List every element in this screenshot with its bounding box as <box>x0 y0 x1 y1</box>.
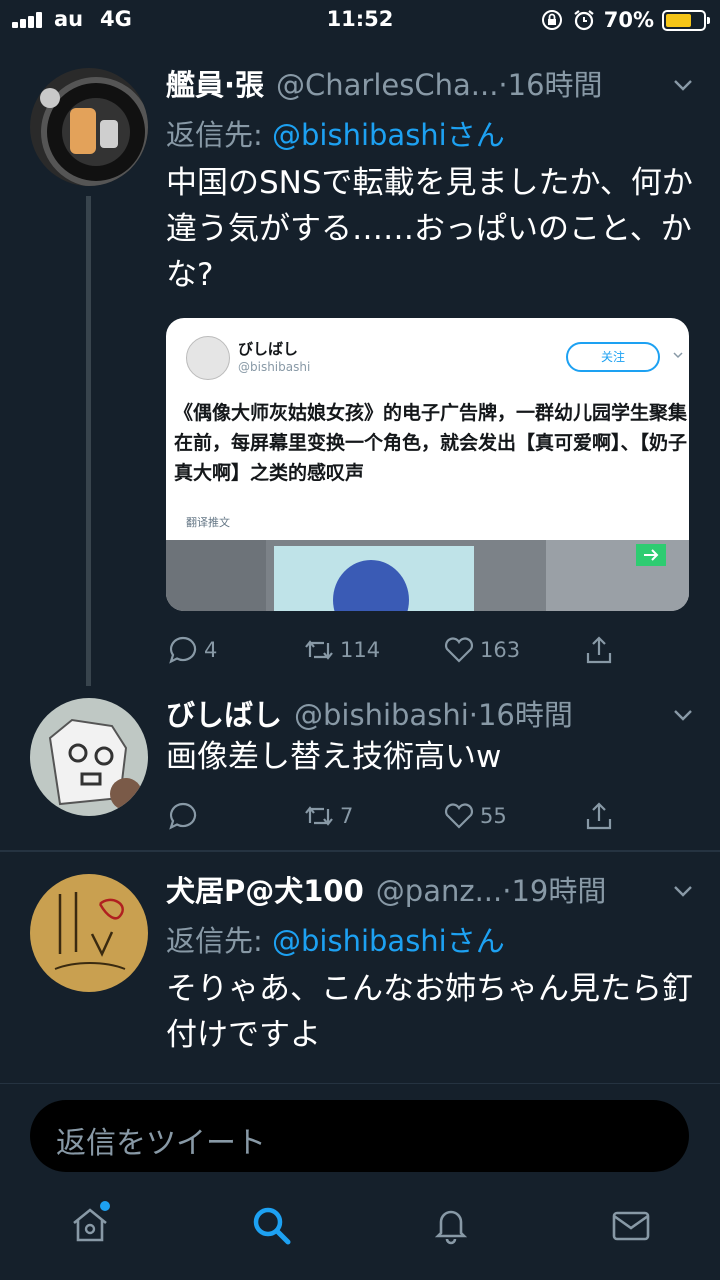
quoted-name: びしばし <box>238 340 299 358</box>
avatar-image <box>30 68 148 186</box>
bottom-bar: 返信をツイート <box>0 1083 720 1280</box>
chevron-down-icon[interactable] <box>672 880 694 902</box>
tweet-text: 画像差し替え技術高いw <box>166 739 502 775</box>
reply-icon <box>169 802 197 830</box>
thread-line <box>86 196 91 686</box>
reply-to: 返信先: @bishibashiさん <box>166 112 505 154</box>
mention-link[interactable]: @bishibashiさん <box>272 924 505 958</box>
handle[interactable]: @CharlesCha... <box>276 68 498 102</box>
tab-messages[interactable] <box>609 1203 653 1247</box>
timestamp: ·16時間 <box>468 698 573 732</box>
messages-icon <box>612 1211 650 1241</box>
tab-notifications[interactable] <box>429 1203 473 1247</box>
share-icon <box>586 802 612 830</box>
chevron-down-icon[interactable] <box>672 704 694 726</box>
search-icon <box>253 1207 291 1245</box>
retweet-icon <box>305 640 333 660</box>
translate-link[interactable]: 翻译推文 <box>186 514 230 530</box>
reply-count: 4 <box>204 638 218 662</box>
avatar[interactable] <box>30 874 148 992</box>
heart-icon <box>444 637 474 663</box>
retweet-count: 7 <box>340 804 354 828</box>
compose-placeholder: 返信をツイート <box>56 1126 266 1161</box>
tweet[interactable]: 犬居P@犬100 @panz... ·19時間 返信先: @bishibashi… <box>0 852 720 1083</box>
avatar[interactable] <box>30 698 148 816</box>
like-count: 163 <box>480 638 521 662</box>
reply-to-label: 返信先: <box>166 118 272 152</box>
retweet-button[interactable]: 114 <box>302 632 380 668</box>
tweet-header: びしばし @bishibashi ·16時間 <box>166 692 660 732</box>
tweet-text: そりゃあ、こんなお姉ちゃん見たら釘付けですよ <box>166 971 693 1053</box>
timestamp: ·16時間 <box>498 68 603 102</box>
handle[interactable]: @panz... <box>376 874 502 908</box>
share-icon <box>586 636 612 664</box>
like-button[interactable]: 55 <box>442 798 507 834</box>
handle[interactable]: @bishibashi <box>294 698 469 732</box>
timestamp: ·19時間 <box>502 874 607 908</box>
reply-to-label: 返信先: <box>166 924 272 958</box>
tweet-text: 中国のSNSで転載を見ましたか、何か違う気がする……おっぱいのこと、かな? <box>166 165 693 293</box>
reply-button[interactable]: 4 <box>166 632 217 668</box>
tweet-actions: 7 55 <box>166 798 636 834</box>
tweet[interactable]: びしばし @bishibashi ·16時間 画像差し替え技術高いw 7 55 <box>0 690 720 850</box>
reply-icon <box>169 636 197 664</box>
chevron-down-icon <box>673 352 683 359</box>
display-name[interactable]: 艦員·張 <box>166 62 264 102</box>
reply-button[interactable] <box>166 798 200 834</box>
chevron-down-icon[interactable] <box>672 74 694 96</box>
mention-link[interactable]: @bishibashiさん <box>272 118 505 152</box>
like-count: 55 <box>480 804 507 828</box>
notification-dot <box>98 1199 112 1213</box>
reply-to: 返信先: @bishibashiさん <box>166 918 505 960</box>
tweet-actions: 4 114 163 <box>166 632 636 668</box>
billboard-image <box>166 540 689 611</box>
retweet-button[interactable]: 7 <box>302 798 353 834</box>
avatar-image <box>30 874 148 992</box>
tweet[interactable]: 艦員·張 @CharlesCha... ·16時間 返信先: @bishibas… <box>0 0 720 690</box>
tweet-header: 犬居P@犬100 @panz... ·19時間 <box>166 868 660 908</box>
quoted-image <box>166 540 689 611</box>
share-button[interactable] <box>582 798 616 834</box>
avatar-image <box>30 698 148 816</box>
follow-button[interactable]: 关注 <box>566 342 660 372</box>
tweet-header: 艦員·張 @CharlesCha... ·16時間 <box>166 62 660 102</box>
notifications-icon <box>434 1210 468 1245</box>
share-button[interactable] <box>582 632 616 668</box>
heart-icon <box>444 803 474 829</box>
reply-compose-field[interactable]: 返信をツイート <box>30 1100 689 1172</box>
quoted-text: 《偶像大师灰姑娘女孩》的电子广告牌，一群幼儿园学生聚集在前，每屏幕里变换一个角色… <box>174 402 688 484</box>
retweet-count: 114 <box>340 638 381 662</box>
like-button[interactable]: 163 <box>442 632 520 668</box>
avatar[interactable] <box>30 68 148 186</box>
quoted-avatar <box>186 336 230 380</box>
display-name[interactable]: びしばし <box>166 692 282 732</box>
display-name[interactable]: 犬居P@犬100 <box>166 868 364 908</box>
retweet-icon <box>305 806 333 826</box>
quoted-handle: @bishibashi <box>238 360 311 374</box>
quoted-tweet-card[interactable]: びしばし @bishibashi 关注 《偶像大师灰姑娘女孩》的电子广告牌，一群… <box>166 318 689 611</box>
tab-search[interactable] <box>249 1203 293 1247</box>
